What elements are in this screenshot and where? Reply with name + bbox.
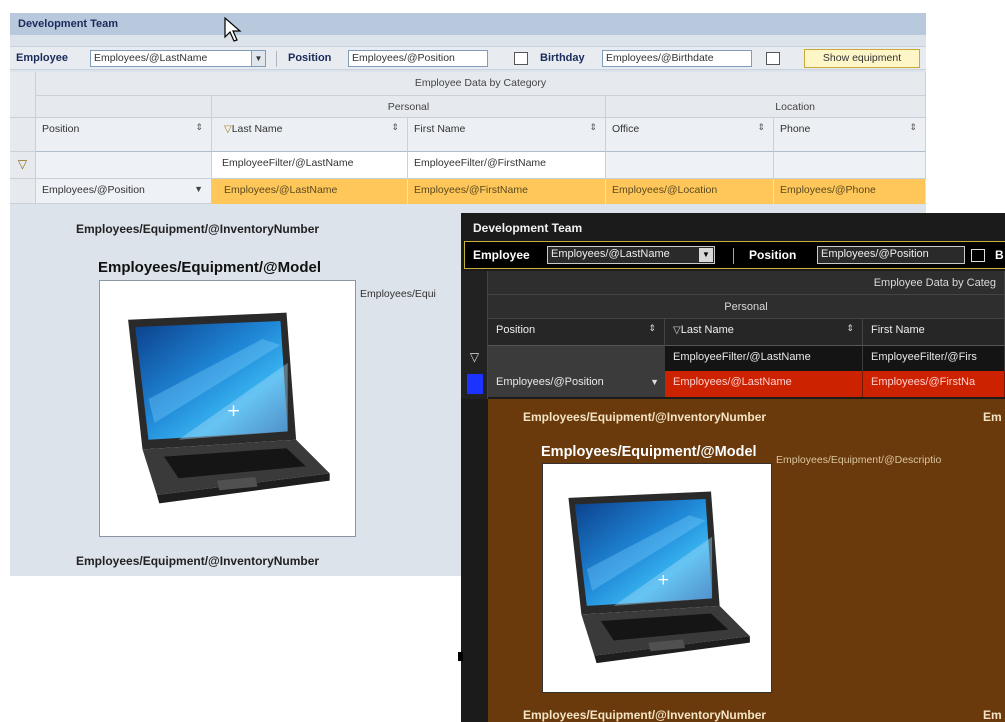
filter-toolbar: Employee Employees/@LastName ▼ Position … <box>10 46 926 70</box>
sort-icon[interactable]: ⇕ <box>757 122 765 133</box>
filter-cell-first-name[interactable]: EmployeeFilter/@Firs <box>863 346 1005 371</box>
column-header-position[interactable]: Position ⇕ <box>488 319 665 346</box>
filter-cell-phone[interactable] <box>774 152 926 179</box>
data-cell-office[interactable]: Employees/@Location <box>606 179 774 204</box>
equipment-detail-panel: Employees/Equipment/@InventoryNumber Em … <box>488 399 1005 722</box>
grid-corner <box>10 72 36 118</box>
inventory-number-label-bottom-right: Em <box>983 708 1002 722</box>
column-header-first-name[interactable]: First Name ⇕ <box>408 118 606 152</box>
show-equipment-button[interactable]: Show equipment <box>804 49 920 68</box>
model-label: Employees/Equipment/@Model <box>541 444 757 460</box>
column-label: Position <box>496 324 536 336</box>
inventory-number-label-bottom: Employees/Equipment/@InventoryNumber <box>523 708 767 722</box>
data-cell-position[interactable]: Employees/@Position ▼ <box>488 371 665 397</box>
data-cell-first-name[interactable]: Employees/@FirstName <box>408 179 606 204</box>
inventory-number-label: Employees/Equipment/@InventoryNumber <box>523 410 767 424</box>
birthday-label: Birthday <box>540 52 585 64</box>
inventory-number-label-bottom: Employees/Equipment/@InventoryNumber <box>76 554 320 568</box>
column-label: Office <box>612 123 640 135</box>
toolbar-separator <box>733 248 734 264</box>
inventory-number-label: Employees/Equipment/@InventoryNumber <box>76 222 320 236</box>
calendar-icon[interactable] <box>766 52 780 65</box>
inventory-number-label-right: Em <box>983 410 1002 424</box>
dropdown-arrow-icon[interactable]: ▼ <box>251 51 265 66</box>
column-label: First Name <box>414 123 466 135</box>
data-cell-last-name[interactable]: Employees/@LastName <box>665 371 863 397</box>
sort-icon[interactable]: ⇕ <box>846 323 854 334</box>
sort-icon[interactable]: ⇕ <box>589 122 597 133</box>
dark-theme-window: Development Team Employee Employees/@Las… <box>461 213 1005 722</box>
group-personal: Personal <box>488 295 1005 319</box>
dropdown-arrow-icon[interactable]: ▼ <box>650 377 659 387</box>
column-header-first-name[interactable]: First Name <box>863 319 1005 346</box>
mouse-cursor-icon <box>224 17 242 42</box>
description-label: Employees/Equipment/@Descriptio <box>776 454 942 466</box>
data-cell-position[interactable]: Employees/@Position ▼ <box>36 179 212 204</box>
position-input[interactable]: Employees/@Position <box>817 246 965 264</box>
calendar-icon[interactable] <box>971 249 985 262</box>
calendar-icon[interactable] <box>514 52 528 65</box>
laptop-image <box>542 463 772 693</box>
row-header-spacer <box>10 118 36 152</box>
description-label: Employees/Equi <box>360 288 436 300</box>
filter-cell-last-name[interactable]: EmployeeFilter/@LastName <box>665 346 863 371</box>
birthday-input[interactable]: Employees/@Birthdate <box>602 50 752 67</box>
row-selector[interactable] <box>467 374 483 394</box>
window-title: Development Team <box>461 213 1005 239</box>
sort-icon[interactable]: ⇕ <box>195 122 203 133</box>
band-header: Employee Data by Categ <box>488 271 1005 295</box>
filter-cell-last-name[interactable]: EmployeeFilter/@LastName <box>212 152 408 179</box>
data-cell-phone[interactable]: Employees/@Phone <box>774 179 926 204</box>
window-title: Development Team <box>10 13 926 35</box>
filter-toolbar: Employee Employees/@LastName ▼ Position … <box>464 241 1005 269</box>
employee-label: Employee <box>16 52 68 64</box>
laptop-image <box>99 280 356 537</box>
position-label: Position <box>749 248 797 262</box>
band-empty <box>36 96 212 118</box>
employee-value: Employees/@LastName <box>551 248 670 260</box>
data-cell-last-name[interactable]: Employees/@LastName <box>212 179 408 204</box>
group-location: Location <box>606 96 926 118</box>
resize-handle[interactable] <box>458 652 463 661</box>
column-label: Last Name <box>680 324 734 336</box>
column-header-phone[interactable]: Phone ⇕ <box>774 118 926 152</box>
sort-icon[interactable]: ⇕ <box>391 122 399 133</box>
position-input[interactable]: Employees/@Position <box>348 50 488 67</box>
filter-cell-position[interactable] <box>488 346 665 371</box>
filter-icon[interactable]: ▽ <box>461 346 488 371</box>
filter-cell-office[interactable] <box>606 152 774 179</box>
model-label: Employees/Equipment/@Model <box>98 259 321 276</box>
row-selector[interactable] <box>10 179 36 204</box>
filter-icon: ▽ <box>673 325 681 336</box>
column-header-office[interactable]: Office ⇕ <box>606 118 774 152</box>
group-personal: Personal <box>212 96 606 118</box>
filter-icon[interactable]: ▽ <box>10 152 36 179</box>
employee-label: Employee <box>473 248 530 262</box>
birthday-label: B <box>995 248 1004 262</box>
cell-value: Employees/@Position <box>42 184 145 196</box>
dropdown-arrow-icon[interactable]: ▼ <box>699 248 713 262</box>
column-header-last-name[interactable]: ▽Last Name ⇕ <box>665 319 863 346</box>
sort-icon[interactable]: ⇕ <box>648 323 656 334</box>
band-header: Employee Data by Category <box>36 72 926 96</box>
column-label: Position <box>42 123 80 135</box>
toolbar-separator <box>276 51 277 67</box>
filter-icon: ▽ <box>224 124 232 135</box>
filter-cell-first-name[interactable]: EmployeeFilter/@FirstName <box>408 152 606 179</box>
sort-icon[interactable]: ⇕ <box>909 122 917 133</box>
filter-cell-position[interactable] <box>36 152 212 179</box>
dropdown-arrow-icon[interactable]: ▼ <box>194 184 203 194</box>
employee-combobox[interactable]: Employees/@LastName ▼ <box>547 246 715 264</box>
employee-value: Employees/@LastName <box>94 52 208 64</box>
employee-combobox[interactable]: Employees/@LastName ▼ <box>90 50 266 67</box>
cell-value: Employees/@Position <box>496 376 604 388</box>
column-header-last-name[interactable]: ▽Last Name ⇕ <box>212 118 408 152</box>
column-label: Last Name <box>231 123 283 135</box>
position-label: Position <box>288 52 332 64</box>
column-header-position[interactable]: Position ⇕ <box>36 118 212 152</box>
data-cell-first-name[interactable]: Employees/@FirstNa <box>863 371 1005 397</box>
column-label: Phone <box>780 123 811 135</box>
